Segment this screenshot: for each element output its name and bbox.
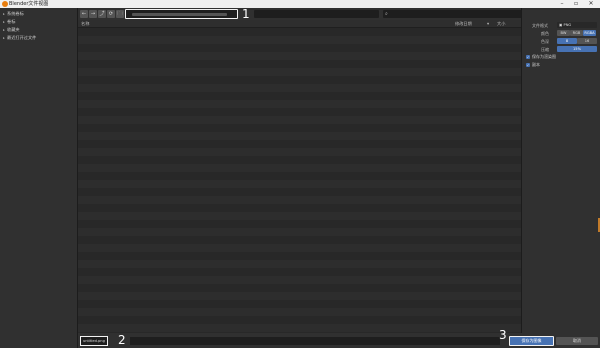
list-row bbox=[78, 188, 521, 196]
list-row bbox=[78, 132, 521, 140]
list-row bbox=[78, 76, 521, 84]
list-row bbox=[78, 220, 521, 228]
list-row bbox=[78, 180, 521, 188]
list-row bbox=[78, 308, 521, 316]
file-list[interactable] bbox=[78, 28, 521, 341]
file-format-label: 文件格式 bbox=[532, 23, 548, 28]
list-row bbox=[78, 60, 521, 68]
save-as-render-checkbox[interactable]: ✓ 保存为渲染图 bbox=[526, 54, 556, 60]
save-as-render-label: 保存为渲染图 bbox=[532, 54, 556, 59]
close-icon[interactable]: ✕ bbox=[585, 0, 597, 8]
sidebar-item-recent[interactable]: ▸ 最近打开过文件 bbox=[3, 34, 36, 41]
list-row bbox=[78, 324, 521, 332]
search-input[interactable]: ⌕ bbox=[383, 10, 533, 18]
list-row bbox=[78, 148, 521, 156]
list-row bbox=[78, 276, 521, 284]
compression-label: 压缩 bbox=[541, 47, 549, 52]
refresh-icon[interactable]: ⟳ bbox=[107, 10, 115, 18]
list-row bbox=[78, 172, 521, 180]
list-row bbox=[78, 68, 521, 76]
list-row bbox=[78, 100, 521, 108]
list-row bbox=[78, 260, 521, 268]
list-row bbox=[78, 236, 521, 244]
list-row bbox=[78, 300, 521, 308]
checkmark-icon: ✓ bbox=[526, 55, 530, 59]
copy-label: 副本 bbox=[532, 62, 540, 67]
maximize-icon[interactable]: ▫ bbox=[570, 0, 582, 8]
list-row bbox=[78, 28, 521, 36]
color-bw-button[interactable]: BW bbox=[557, 30, 570, 36]
list-row bbox=[78, 108, 521, 116]
filename-input-extension[interactable] bbox=[130, 337, 500, 345]
list-row bbox=[78, 244, 521, 252]
depth-8-button[interactable]: 8 bbox=[557, 38, 577, 44]
properties-panel: 文件格式 ▣ PNG 颜色 BW RGB RGBA 色深 8 16 压缩 15%… bbox=[521, 8, 600, 348]
sidebar-item-label: 卷标 bbox=[7, 19, 16, 24]
list-row bbox=[78, 164, 521, 172]
color-rgb-button[interactable]: RGB bbox=[570, 30, 583, 36]
new-folder-icon[interactable]: 🗀 bbox=[116, 10, 124, 18]
file-format-value: PNG bbox=[563, 23, 572, 27]
minimize-icon[interactable]: – bbox=[556, 0, 568, 8]
list-row bbox=[78, 204, 521, 212]
list-row bbox=[78, 196, 521, 204]
sidebar-item-label: 系统卷标 bbox=[7, 11, 24, 16]
color-label: 颜色 bbox=[541, 31, 549, 36]
depth-16-button[interactable]: 16 bbox=[577, 38, 597, 44]
sidebar-item-system-volumes[interactable]: ▸ 系统卷标 bbox=[3, 10, 24, 17]
list-row bbox=[78, 268, 521, 276]
sort-direction-icon[interactable]: ▾ bbox=[487, 21, 489, 26]
directory-path-input[interactable] bbox=[125, 9, 238, 19]
list-row bbox=[78, 52, 521, 60]
list-row bbox=[78, 212, 521, 220]
color-depth-label: 色深 bbox=[541, 39, 549, 44]
file-list-header: 名称 修改日期 ▾ 大小 bbox=[78, 20, 521, 28]
cancel-button[interactable]: 取消 bbox=[556, 337, 598, 345]
filename-input[interactable]: untitled.png bbox=[80, 336, 108, 346]
list-row bbox=[78, 316, 521, 324]
file-browser-main: ← → ⤴ ⟳ 🗀 1 ⌕ ≡ ▦ ⇅ ▼ ⚙ 名称 修改日期 ▾ 大小 bbox=[78, 7, 600, 348]
window-titlebar: Blender文件视图 – ▫ ✕ bbox=[0, 0, 600, 8]
list-row bbox=[78, 292, 521, 300]
blender-app-icon bbox=[2, 1, 8, 7]
directory-path-extension[interactable] bbox=[254, 10, 379, 18]
sidebar-item-volumes[interactable]: ▸ 卷标 bbox=[3, 18, 15, 25]
color-rgba-button[interactable]: RGBA bbox=[583, 30, 596, 36]
list-row bbox=[78, 284, 521, 292]
list-row bbox=[78, 44, 521, 52]
sidebar-item-label: 收藏夹 bbox=[7, 27, 20, 32]
annotation-label-3: 3 bbox=[499, 328, 507, 342]
sidebar-item-favorites[interactable]: ▸ 收藏夹 bbox=[3, 26, 20, 33]
list-row bbox=[78, 116, 521, 124]
file-format-select[interactable]: ▣ PNG bbox=[557, 22, 597, 28]
compression-slider[interactable]: 15% bbox=[557, 46, 597, 52]
list-row bbox=[78, 140, 521, 148]
list-row bbox=[78, 252, 521, 260]
list-row bbox=[78, 156, 521, 164]
list-row bbox=[78, 36, 521, 44]
annotation-label-1: 1 bbox=[242, 7, 250, 21]
back-icon[interactable]: ← bbox=[80, 10, 88, 18]
checkmark-icon: ✓ bbox=[526, 63, 530, 67]
sidebar-item-label: 最近打开过文件 bbox=[7, 35, 37, 40]
list-row bbox=[78, 228, 521, 236]
file-action-bar: untitled.png 2 3 保存为图像 取消 bbox=[78, 329, 600, 348]
column-name[interactable]: 名称 bbox=[81, 21, 89, 27]
redacted-path bbox=[132, 13, 227, 16]
window-title: Blender文件视图 bbox=[9, 1, 49, 7]
sidebar: ▸ 系统卷标 ▸ 卷标 ▸ 收藏夹 ▸ 最近打开过文件 bbox=[0, 8, 78, 348]
annotation-label-2: 2 bbox=[118, 333, 126, 347]
list-row bbox=[78, 92, 521, 100]
list-row bbox=[78, 84, 521, 92]
forward-icon[interactable]: → bbox=[89, 10, 97, 18]
save-as-image-button[interactable]: 保存为图像 bbox=[509, 336, 554, 346]
search-icon: ⌕ bbox=[385, 11, 388, 17]
column-size[interactable]: 大小 bbox=[497, 21, 505, 27]
parent-directory-icon[interactable]: ⤴ bbox=[98, 10, 106, 18]
list-row bbox=[78, 124, 521, 132]
column-modified[interactable]: 修改日期 bbox=[455, 21, 472, 27]
copy-checkbox[interactable]: ✓ 副本 bbox=[526, 62, 540, 68]
